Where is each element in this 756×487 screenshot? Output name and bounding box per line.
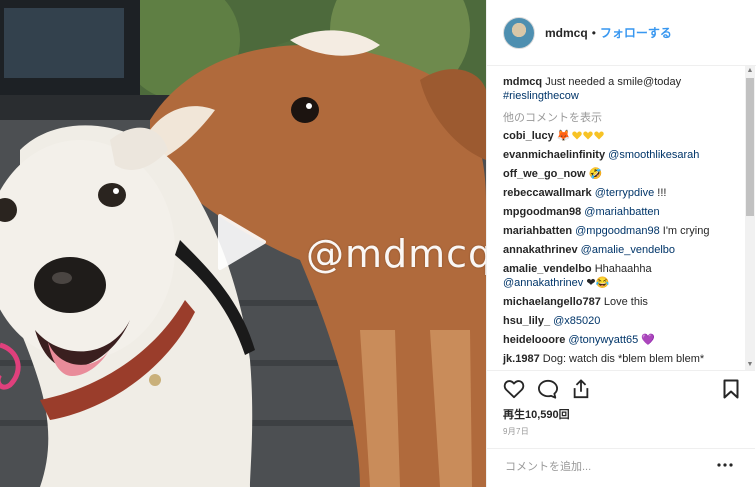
comment-mention[interactable]: @annakathrinev xyxy=(503,277,583,289)
post-header: mdmcq • フォローする xyxy=(487,0,756,66)
comment-mention[interactable]: @terrypdive xyxy=(595,187,654,199)
action-bar xyxy=(487,370,755,406)
comment-text: 💜 xyxy=(638,334,656,346)
yellow-heart-icon xyxy=(593,131,604,140)
comment-username[interactable]: jk.1987 xyxy=(503,353,540,365)
comment-username[interactable]: mariahbatten xyxy=(503,225,572,237)
add-comment-bar xyxy=(487,448,755,484)
comment-mention[interactable]: @tonywyatt65 xyxy=(568,334,638,346)
video-watermark: @mdmcq xyxy=(306,232,486,276)
comment-username[interactable]: heidelooore xyxy=(503,334,565,346)
comment-username[interactable]: cobi_lucy xyxy=(503,130,554,142)
header-username[interactable]: mdmcq xyxy=(545,26,588,40)
comment-username[interactable]: off_we_go_now xyxy=(503,168,586,180)
comment-username[interactable]: hsu_lily_ xyxy=(503,315,550,327)
post-side-panel: mdmcq • フォローする mdmcq Just needed a smile… xyxy=(486,0,756,487)
follow-button[interactable]: フォローする xyxy=(600,24,672,41)
comment-icon[interactable] xyxy=(537,379,559,399)
add-comment-input[interactable] xyxy=(503,457,707,477)
comment-item: michaelangello787 Love this xyxy=(503,295,735,309)
comment-item: amalie_vendelbo Hhahaahha @annakathrinev… xyxy=(503,262,735,290)
comment-username[interactable]: michaelangello787 xyxy=(503,296,601,308)
scroll-thumb[interactable] xyxy=(746,78,754,216)
comment-mention[interactable]: @x85020 xyxy=(553,315,600,327)
post-video[interactable]: @mdmcq xyxy=(0,0,486,487)
comment-item: mpgoodman98 @mariahbatten xyxy=(503,205,735,219)
yellow-heart-icon xyxy=(582,131,593,140)
comment-username[interactable]: annakathrinev xyxy=(503,244,578,256)
yellow-heart-icon xyxy=(571,131,582,140)
instagram-post: @mdmcq mdmcq • フォローする mdmcq Just needed … xyxy=(0,0,756,487)
caption-hashtag[interactable]: #rieslingthecow xyxy=(503,90,579,102)
comment-text: I'm crying xyxy=(659,225,710,237)
comment-item: jk.1987 Dog: watch dis *blem blem blem* xyxy=(503,352,735,366)
more-icon[interactable] xyxy=(717,463,733,467)
post-caption: mdmcq Just needed a smile@today #rieslin… xyxy=(503,75,735,103)
play-button[interactable] xyxy=(214,212,268,272)
comment-mention[interactable]: @mariahbatten xyxy=(584,206,659,218)
caption-text: Just needed a smile@today xyxy=(545,76,682,88)
comment-item: rebeccawallmark @terrypdive !!! xyxy=(503,186,735,200)
comments-scrollbar[interactable]: ▲ ▼ xyxy=(745,66,755,370)
comment-item: mariahbatten @mpgoodman98 I'm crying xyxy=(503,224,735,238)
comment-mention[interactable]: @smoothlikesarah xyxy=(608,149,699,161)
share-icon[interactable] xyxy=(571,379,591,399)
bookmark-icon[interactable] xyxy=(723,379,739,399)
caption-username[interactable]: mdmcq xyxy=(503,76,542,88)
comment-username[interactable]: mpgoodman98 xyxy=(503,206,581,218)
separator-dot: • xyxy=(591,25,596,40)
comment-text: Hhahaahha xyxy=(594,263,652,275)
heart-icon[interactable] xyxy=(503,379,525,399)
scroll-up-arrow-icon[interactable]: ▲ xyxy=(745,66,755,76)
scroll-down-arrow-icon[interactable]: ▼ xyxy=(745,360,755,370)
comment-item: heidelooore @tonywyatt65 💜 xyxy=(503,333,735,347)
post-date[interactable]: 9月7日 xyxy=(503,426,529,437)
comment-item: annakathrinev @amalie_vendelbo xyxy=(503,243,735,257)
comment-text: Dog: watch dis *blem blem blem* xyxy=(542,353,705,365)
comment-mention[interactable]: @amalie_vendelbo xyxy=(581,244,675,256)
comment-item: hsu_lily_ @x85020 xyxy=(503,314,735,328)
comment-username[interactable]: evanmichaelinfinity xyxy=(503,149,605,161)
comment-mention[interactable]: @mpgoodman98 xyxy=(575,225,660,237)
avatar[interactable] xyxy=(503,16,535,49)
view-count: 再生10,590回 xyxy=(503,409,570,421)
comment-item: evanmichaelinfinity @smoothlikesarah xyxy=(503,148,735,162)
comment-username[interactable]: rebeccawallmark xyxy=(503,187,592,199)
comment-item: off_we_go_now 🤣 xyxy=(503,167,735,181)
comment-item: cobi_lucy 🦊 xyxy=(503,129,735,143)
comment-text: !!! xyxy=(654,187,667,199)
comment-text: 🤣 xyxy=(588,168,603,180)
show-more-comments[interactable]: 他のコメントを表示 xyxy=(503,109,735,125)
comment-username[interactable]: amalie_vendelbo xyxy=(503,263,592,275)
play-icon xyxy=(218,214,266,270)
comment-text: 🦊 xyxy=(556,130,571,142)
comments-list[interactable]: mdmcq Just needed a smile@today #rieslin… xyxy=(487,66,755,370)
comment-text: ❤😂 xyxy=(583,277,610,289)
comment-text: Love this xyxy=(603,296,648,308)
